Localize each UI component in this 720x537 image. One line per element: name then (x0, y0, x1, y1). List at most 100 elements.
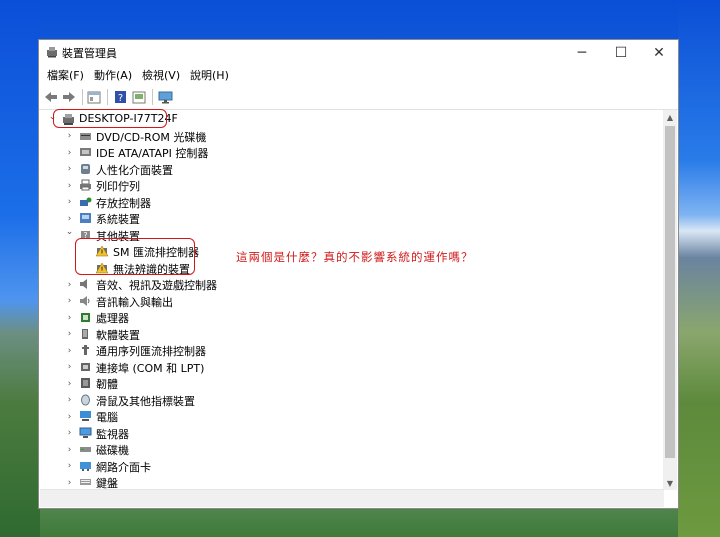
menu-file[interactable]: 檔案(F) (47, 67, 84, 83)
sound-icon (79, 278, 92, 290)
chevron-right-icon[interactable]: › (65, 379, 74, 389)
annotation-devices-highlight (75, 238, 195, 275)
storage-controller-icon (79, 196, 92, 208)
toolbar-separator (82, 89, 83, 105)
device-manager-icon (47, 47, 57, 58)
tree-category[interactable]: › 網路介面卡 (40, 458, 660, 475)
chevron-right-icon[interactable]: › (65, 346, 74, 356)
chevron-right-icon[interactable]: › (65, 395, 74, 405)
window-title: 裝置管理員 (62, 47, 117, 60)
help-icon[interactable]: ? (111, 88, 129, 106)
annotation-root-highlight (53, 109, 167, 128)
tree-item-label: 監視器 (96, 427, 129, 441)
scroll-up-icon[interactable]: ▲ (663, 110, 677, 124)
tree-category[interactable]: › 音效、視訊及遊戲控制器 (40, 276, 660, 293)
chevron-right-icon[interactable]: › (65, 428, 74, 438)
toolbar-separator (152, 89, 153, 105)
close-button[interactable]: ✕ (640, 40, 678, 65)
toolbar: ? (39, 85, 678, 110)
tree-category[interactable]: › 音訊輸入與輸出 (40, 293, 660, 310)
software-device-icon (79, 328, 92, 340)
processor-icon (79, 311, 92, 323)
tree-category[interactable]: › 系統裝置 (40, 210, 660, 227)
scroll-down-icon[interactable]: ▼ (663, 476, 677, 490)
chevron-right-icon[interactable]: › (65, 164, 74, 174)
tree-item-label: 電腦 (96, 411, 118, 424)
desktop-wallpaper-left (0, 0, 40, 537)
tree-category[interactable]: › 鍵盤 (40, 474, 660, 490)
desktop-wallpaper-right (678, 0, 720, 537)
tree-item-label: 磁碟機 (96, 444, 129, 457)
chevron-right-icon[interactable]: › (65, 280, 74, 290)
tree-category[interactable]: › 連接埠 (COM 和 LPT) (40, 359, 660, 376)
horizontal-scrollbar[interactable] (40, 489, 664, 507)
vertical-scrollbar[interactable]: ▲ ▼ (663, 110, 677, 490)
computer-icon (79, 410, 92, 422)
tree-item-label: 通用序列匯流排控制器 (96, 345, 206, 358)
menu-view[interactable]: 檢視(V) (142, 67, 180, 83)
properties-icon[interactable] (85, 88, 103, 106)
usb-icon (79, 344, 92, 356)
dvd-drive-icon (79, 130, 92, 142)
menu-bar: 檔案(F) 動作(A) 檢視(V) 說明(H) (39, 65, 678, 85)
chevron-right-icon[interactable]: › (65, 313, 74, 323)
tree-category[interactable]: › 監視器 (40, 425, 660, 442)
tree-item-label: 存放控制器 (96, 196, 151, 210)
chevron-right-icon[interactable]: › (65, 445, 74, 455)
chevron-right-icon[interactable]: › (65, 296, 74, 306)
chevron-right-icon[interactable]: › (65, 478, 74, 488)
update-icon[interactable] (130, 88, 148, 106)
keyboard-icon (79, 476, 92, 488)
scrollbar-thumb[interactable] (665, 126, 675, 458)
chevron-right-icon[interactable]: › (65, 329, 74, 339)
chevron-right-icon[interactable]: › (65, 362, 74, 372)
tree-category[interactable]: › 通用序列匯流排控制器 (40, 342, 660, 359)
chevron-right-icon[interactable]: › (65, 197, 74, 207)
tree-item-label: 列印佇列 (96, 180, 140, 193)
tree-category[interactable]: › 軟體裝置 (40, 326, 660, 343)
tree-item-label: 系統裝置 (96, 213, 140, 226)
tree-category[interactable]: › 韌體 (40, 375, 660, 392)
chevron-right-icon[interactable]: › (65, 181, 74, 191)
tree-item-label: 連接埠 (COM 和 LPT) (96, 361, 205, 375)
tree-category[interactable]: › 磁碟機 (40, 441, 660, 458)
network-adapter-icon (79, 460, 92, 472)
tree-item-label: 人性化介面裝置 (96, 163, 173, 177)
chevron-right-icon[interactable]: › (65, 461, 74, 471)
tree-category[interactable]: › DVD/CD-ROM 光碟機 (40, 128, 660, 145)
monitor-icon (79, 427, 92, 439)
chevron-down-icon[interactable]: ⌄ (65, 227, 74, 237)
tree-category[interactable]: › 人性化介面裝置 (40, 161, 660, 178)
menu-help[interactable]: 說明(H) (190, 67, 229, 83)
hid-icon (79, 163, 92, 175)
tree-category[interactable]: › 滑鼠及其他指標裝置 (40, 392, 660, 409)
title-bar[interactable]: 裝置管理員 ─ ☐ ✕ (39, 40, 678, 65)
monitor-icon[interactable] (156, 88, 174, 106)
tree-category[interactable]: › IDE ATA/ATAPI 控制器 (40, 144, 660, 161)
menu-action[interactable]: 動作(A) (94, 67, 132, 83)
tree-category[interactable]: › 處理器 (40, 309, 660, 326)
mouse-icon (79, 394, 92, 406)
system-device-icon (79, 212, 92, 224)
tree-item-label: 音效、視訊及遊戲控制器 (96, 279, 217, 292)
tree-item-label: 軟體裝置 (96, 328, 140, 342)
tree-category[interactable]: › 列印佇列 (40, 177, 660, 194)
chevron-right-icon[interactable]: › (65, 148, 74, 158)
printer-icon (79, 179, 92, 191)
firmware-icon (79, 377, 92, 389)
maximize-button[interactable]: ☐ (602, 40, 640, 65)
minimize-button[interactable]: ─ (563, 40, 601, 65)
tree-category[interactable]: › 存放控制器 (40, 194, 660, 211)
back-icon[interactable] (42, 88, 60, 106)
tree-item-label: IDE ATA/ATAPI 控制器 (96, 147, 209, 160)
tree-item-label: 滑鼠及其他指標裝置 (96, 394, 195, 408)
tree-item-label: 鍵盤 (96, 477, 118, 490)
tree-category[interactable]: › 電腦 (40, 408, 660, 425)
forward-icon[interactable] (60, 88, 78, 106)
device-tree: ⌄ DESKTOP-I77T24F › DVD/CD-ROM 光碟機 › IDE ATA/… (40, 110, 664, 491)
tree-item-label: 處理器 (96, 312, 129, 325)
chevron-right-icon[interactable]: › (65, 412, 74, 422)
chevron-right-icon[interactable]: › (65, 214, 74, 224)
chevron-right-icon[interactable]: › (65, 131, 74, 141)
tree-item-label: DVD/CD-ROM 光碟機 (96, 130, 207, 144)
